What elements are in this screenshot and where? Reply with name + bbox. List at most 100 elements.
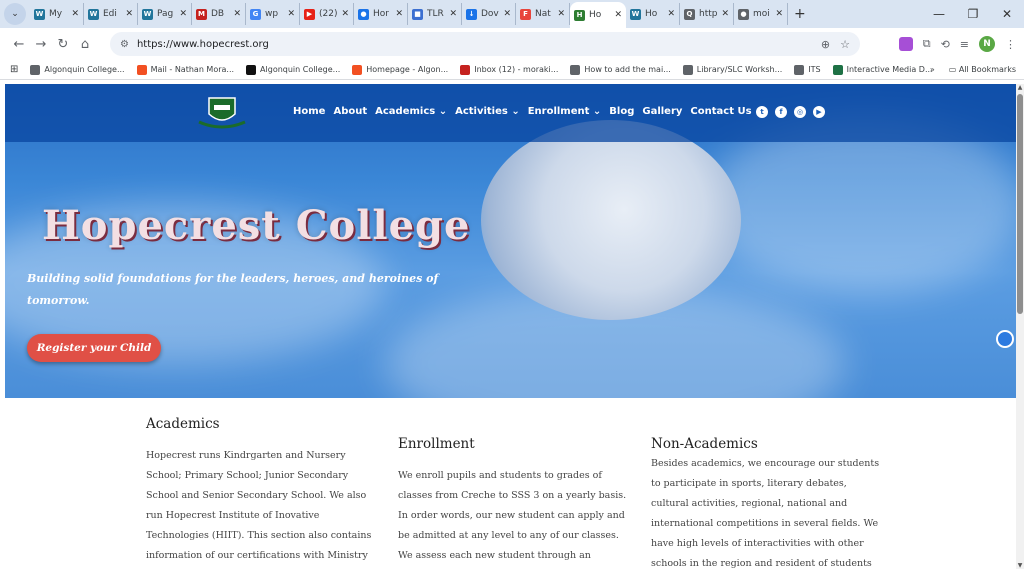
tab-close-icon[interactable]: ✕ bbox=[341, 9, 349, 19]
restore-icon[interactable]: ❐ bbox=[956, 7, 990, 21]
tab-close-icon[interactable]: ✕ bbox=[557, 9, 565, 19]
nav-item[interactable]: Contact Us bbox=[690, 106, 751, 117]
tab-close-icon[interactable]: ✕ bbox=[775, 9, 783, 19]
youtube-icon[interactable]: ▶ bbox=[813, 106, 825, 118]
browser-tab[interactable]: ↓ Dov ✕ bbox=[462, 3, 516, 25]
zoom-icon[interactable]: ⊕ bbox=[821, 38, 830, 51]
nonacademics-body: Besides academics, we encourage our stud… bbox=[651, 458, 880, 569]
browser-tab[interactable]: W Edi ✕ bbox=[84, 3, 138, 25]
bookmark-item[interactable]: Algonquin College... bbox=[246, 64, 340, 75]
bookmark-label: Homepage - Algon... bbox=[366, 65, 449, 74]
tab-close-icon[interactable]: ✕ bbox=[71, 9, 79, 19]
apps-grid-icon[interactable]: ⊞ bbox=[10, 64, 18, 75]
home-icon[interactable]: ⌂ bbox=[74, 37, 96, 52]
nav-item[interactable]: About bbox=[333, 106, 367, 117]
bookmarks-bar: ⊞ Algonquin College... Mail - Nathan Mora… bbox=[0, 60, 1024, 80]
bookmark-item[interactable]: Mail - Nathan Mora... bbox=[136, 64, 234, 75]
instagram-icon[interactable]: ◎ bbox=[794, 106, 806, 118]
extensions-puzzle-icon[interactable]: ⧉ bbox=[923, 37, 931, 51]
scroll-up-icon[interactable]: ▲ bbox=[1016, 84, 1024, 91]
browser-tab[interactable]: ■ TLR ✕ bbox=[408, 3, 462, 25]
bookmark-favicon-icon bbox=[460, 64, 471, 75]
tab-close-icon[interactable]: ✕ bbox=[179, 9, 187, 19]
tab-label: Nat bbox=[535, 9, 551, 19]
address-url[interactable]: https://www.hopecrest.org bbox=[137, 39, 269, 50]
tab-close-icon[interactable]: ✕ bbox=[233, 9, 241, 19]
bookmark-item[interactable]: ITS bbox=[794, 64, 821, 75]
address-bar[interactable]: ⚙ https://www.hopecrest.org ⊕ ☆ bbox=[110, 32, 860, 56]
browser-tab[interactable]: W My ✕ bbox=[30, 3, 84, 25]
nav-item[interactable]: Blog bbox=[609, 106, 634, 117]
tab-list: W My ✕ W Edi ✕ W Pag ✕ M DB ✕ Gwp ✕ ▶ (22) ✕ ● Hor ✕ ■ TLR ✕ ↓ D… bbox=[30, 0, 788, 28]
nav-item[interactable]: Home bbox=[293, 106, 325, 117]
nav-item[interactable]: Gallery bbox=[642, 106, 682, 117]
reading-list-icon[interactable]: ≡ bbox=[960, 38, 969, 51]
close-window-icon[interactable]: ✕ bbox=[990, 7, 1024, 21]
bookmark-item[interactable]: Homepage - Algon... bbox=[352, 64, 449, 75]
browser-tab[interactable]: ● moi ✕ bbox=[734, 3, 788, 25]
tab-close-icon[interactable]: ✕ bbox=[125, 9, 133, 19]
new-tab-button[interactable]: + bbox=[794, 6, 806, 22]
tab-close-icon[interactable]: ✕ bbox=[449, 9, 457, 19]
tab-favicon-icon: W bbox=[630, 8, 641, 20]
page-scrollbar[interactable]: ▲ ▼ bbox=[1016, 84, 1024, 569]
tab-close-icon[interactable]: ✕ bbox=[721, 9, 729, 19]
accessibility-widget-icon[interactable] bbox=[996, 330, 1014, 348]
tab-favicon-icon: G bbox=[250, 8, 261, 20]
tab-favicon-icon: F bbox=[520, 8, 531, 20]
bookmark-star-icon[interactable]: ☆ bbox=[840, 38, 850, 51]
bookmark-item[interactable]: How to add the mai... bbox=[570, 64, 671, 75]
browser-tab[interactable]: ▶ (22) ✕ bbox=[300, 3, 354, 25]
tab-search-chevron-icon[interactable]: ⌄ bbox=[4, 3, 26, 25]
scrollbar-thumb[interactable] bbox=[1017, 94, 1023, 314]
tab-close-icon[interactable]: ✕ bbox=[667, 9, 675, 19]
browser-tab[interactable]: W Pag ✕ bbox=[138, 3, 192, 25]
facebook-icon[interactable]: f bbox=[775, 106, 787, 118]
browser-tab[interactable]: M DB ✕ bbox=[192, 3, 246, 25]
tab-favicon-icon: W bbox=[34, 8, 45, 20]
hero-section: Home About Academics ⌄ Activities ⌄ Enrollme… bbox=[5, 84, 1016, 398]
bookmark-list: Algonquin College... Mail - Nathan Mora..… bbox=[30, 64, 944, 75]
extension-icon[interactable] bbox=[898, 37, 913, 51]
all-bookmarks-label: All Bookmarks bbox=[958, 65, 1016, 74]
nav-item[interactable]: Enrollment ⌄ bbox=[528, 106, 602, 117]
enrollment-body: We enroll pupils and students to grades … bbox=[398, 470, 627, 561]
bookmark-item[interactable]: Inbox (12) - moraki... bbox=[460, 64, 559, 75]
tab-close-icon[interactable]: ✕ bbox=[287, 9, 295, 19]
tab-favicon-icon: ▶ bbox=[304, 8, 315, 20]
register-child-button[interactable]: Register your Child bbox=[27, 334, 161, 362]
site-info-icon[interactable]: ⚙ bbox=[120, 39, 129, 50]
bookmark-label: Inbox (12) - moraki... bbox=[474, 65, 559, 74]
bookmark-item[interactable]: Algonquin College... bbox=[30, 64, 125, 75]
nav-item[interactable]: Activities ⌄ bbox=[455, 106, 520, 117]
school-crest-logo[interactable] bbox=[195, 94, 249, 132]
bookmark-item[interactable]: Library/SLC Worksh... bbox=[682, 64, 782, 75]
profile-avatar[interactable]: N bbox=[979, 36, 995, 52]
menu-kebab-icon[interactable]: ⋮ bbox=[1005, 38, 1016, 51]
tab-close-icon[interactable]: ✕ bbox=[503, 9, 511, 19]
minimize-icon[interactable]: — bbox=[922, 7, 956, 21]
nav-item[interactable]: Academics ⌄ bbox=[375, 106, 447, 117]
main-nav: Home About Academics ⌄ Activities ⌄ Enrollme… bbox=[293, 106, 752, 117]
tab-close-icon[interactable]: ✕ bbox=[395, 9, 403, 19]
browser-tab[interactable]: W Ho ✕ bbox=[626, 3, 680, 25]
back-icon[interactable]: ← bbox=[8, 37, 30, 52]
scroll-down-icon[interactable]: ▼ bbox=[1016, 562, 1024, 569]
tab-favicon-icon: W bbox=[142, 8, 153, 20]
browser-tab[interactable]: F Nat ✕ bbox=[516, 3, 570, 25]
more-bookmarks-button[interactable]: » bbox=[930, 65, 935, 74]
browser-tab[interactable]: H Ho ✕ bbox=[570, 2, 626, 28]
browser-tab[interactable]: Qhttp ✕ bbox=[680, 3, 734, 25]
tab-close-icon[interactable]: ✕ bbox=[614, 10, 622, 20]
bookmarks-right: » ▭ All Bookmarks bbox=[930, 65, 1016, 74]
bookmark-item[interactable]: Interactive Media D... bbox=[832, 64, 933, 75]
history-icon[interactable]: ⟲ bbox=[941, 38, 950, 51]
twitter-icon[interactable]: t bbox=[756, 106, 768, 118]
reload-icon[interactable]: ↻ bbox=[52, 37, 74, 52]
tab-label: Ho bbox=[589, 10, 602, 20]
browser-tab[interactable]: Gwp ✕ bbox=[246, 3, 300, 25]
browser-tab[interactable]: ● Hor ✕ bbox=[354, 3, 408, 25]
all-bookmarks-button[interactable]: ▭ All Bookmarks bbox=[949, 65, 1016, 74]
browser-toolbar: ← → ↻ ⌂ ⚙ https://www.hopecrest.org ⊕ ☆ … bbox=[0, 28, 1024, 60]
forward-icon[interactable]: → bbox=[30, 37, 52, 52]
